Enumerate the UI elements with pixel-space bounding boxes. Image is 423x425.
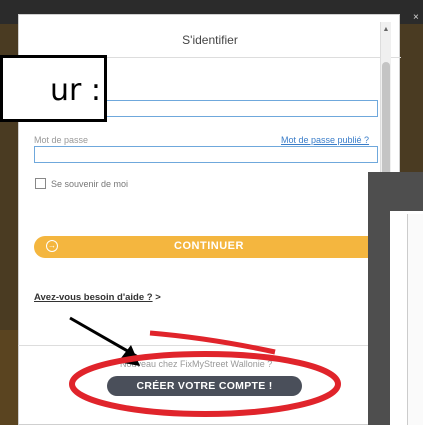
annotation-layer	[69, 316, 341, 417]
annotation-red-swash	[149, 330, 276, 355]
annotation-red-circle	[69, 351, 341, 417]
